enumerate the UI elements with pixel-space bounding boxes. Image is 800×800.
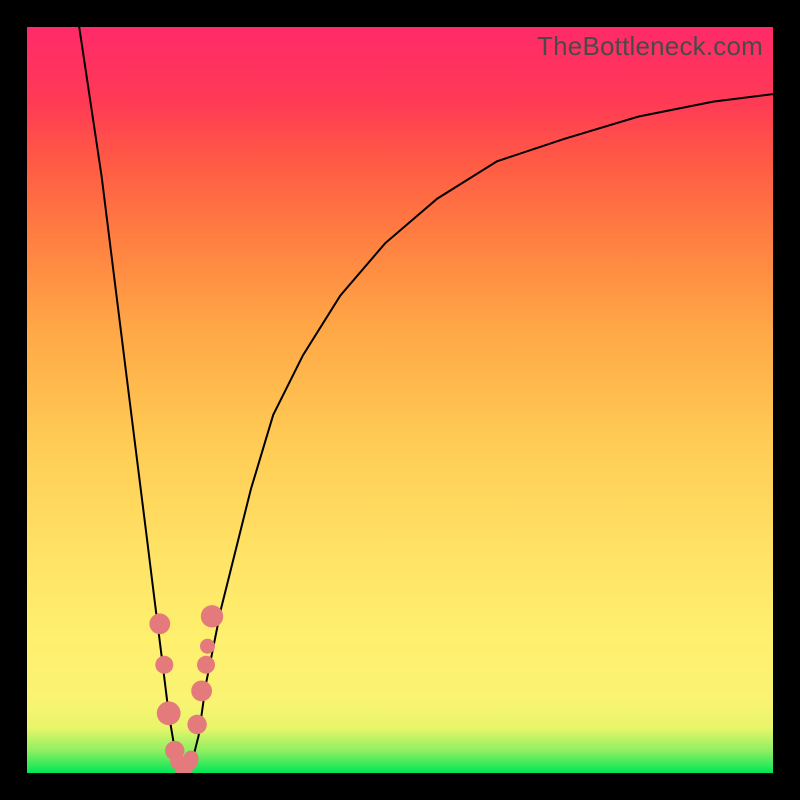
curve-marker (149, 613, 170, 634)
curve-marker (191, 681, 212, 702)
curve-marker (197, 656, 215, 674)
curve-marker (184, 751, 199, 766)
curve-marker (157, 701, 181, 725)
marker-group (149, 605, 223, 773)
chart-svg (27, 27, 773, 773)
plot-area: TheBottleneck.com (27, 27, 773, 773)
curve-marker (187, 715, 206, 734)
curve-marker (200, 639, 215, 654)
curve-marker (201, 605, 223, 627)
curve-marker (155, 656, 173, 674)
bottleneck-curve-line (79, 27, 773, 773)
outer-frame: TheBottleneck.com (0, 0, 800, 800)
